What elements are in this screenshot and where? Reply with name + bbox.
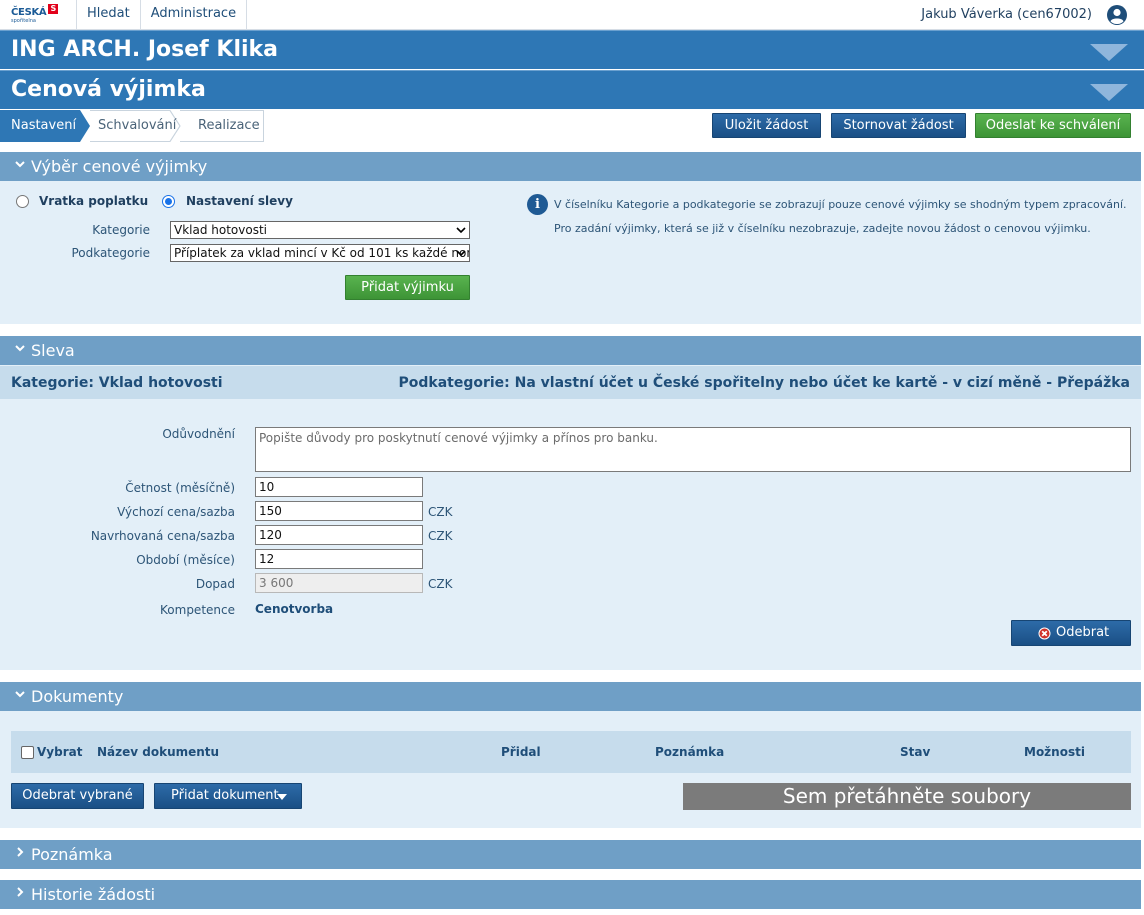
- oduvodneni-label: Odůvodnění: [162, 427, 235, 441]
- cetnost-input[interactable]: 10: [255, 477, 423, 497]
- send-for-approval-button[interactable]: Odeslat ke schválení: [975, 113, 1131, 138]
- user-name[interactable]: Jakub Váverka (cen67002): [921, 0, 1092, 30]
- file-dropzone[interactable]: Sem přetáhněte soubory: [683, 783, 1131, 810]
- radio-nastaveni-slevy-label: Nastavení slevy: [186, 194, 293, 208]
- navrhovana-cena-label: Navrhovaná cena/sazba: [90, 529, 235, 543]
- chevron-right-icon: [17, 847, 24, 857]
- podkategorie-select[interactable]: Příplatek za vklad mincí v Kč od 101 ks …: [170, 244, 470, 262]
- col-pridal[interactable]: Přidal: [501, 745, 541, 759]
- history-panel-header[interactable]: Historie žádosti: [0, 880, 1141, 909]
- steps-row: Nastavení Schvalování Realizace Uložit ž…: [0, 110, 1144, 142]
- obdobi-input[interactable]: 12: [255, 549, 423, 569]
- vychozi-cena-input[interactable]: 150: [255, 501, 423, 521]
- selection-panel-title: Výběr cenové výjimky: [31, 157, 208, 176]
- category-header: Kategorie: Vklad hotovosti Podkategorie:…: [0, 366, 1141, 399]
- remove-button[interactable]: Odebrat: [1011, 620, 1131, 646]
- dopad-currency: CZK: [428, 577, 453, 591]
- page-title-bar: Cenová výjimka: [0, 70, 1144, 109]
- chevron-down-icon: [456, 227, 466, 234]
- documents-panel-header[interactable]: Dokumenty: [0, 682, 1141, 711]
- step-nastaveni[interactable]: Nastavení: [11, 118, 76, 133]
- navrhovana-cena-input[interactable]: 120: [255, 525, 423, 545]
- info-icon: i: [527, 194, 548, 215]
- podkategorie-value: Příplatek za vklad mincí v Kč od 101 ks …: [174, 246, 470, 260]
- nav-hledat[interactable]: Hledat: [76, 0, 140, 30]
- subcategory-text: Podkategorie: Na vlastní účet u České sp…: [398, 375, 1130, 391]
- add-exception-button[interactable]: Přidat výjimku: [345, 275, 470, 300]
- step-realizace[interactable]: Realizace: [198, 118, 260, 133]
- radio-vratka[interactable]: [16, 195, 29, 208]
- kategorie-select[interactable]: Vklad hotovosti: [170, 221, 470, 239]
- col-poznamka[interactable]: Poznámka: [655, 745, 724, 759]
- kompetence-value: Cenotvorba: [255, 602, 334, 616]
- top-nav: Hledat Administrace: [76, 0, 248, 30]
- logo-text: ČESKÁ: [11, 7, 47, 18]
- bank-logo[interactable]: ČESKÁ S spořitelna: [11, 4, 71, 26]
- chevron-down-icon: [15, 161, 25, 168]
- kategorie-label: Kategorie: [92, 223, 150, 237]
- vychozi-cena-label: Výchozí cena/sazba: [117, 505, 235, 519]
- note-panel-header[interactable]: Poznámka: [0, 840, 1141, 869]
- remove-button-label: Odebrat: [1056, 625, 1110, 640]
- logo-subtext: spořitelna: [11, 18, 36, 24]
- dopad-label: Dopad: [195, 577, 235, 591]
- nav-administrace[interactable]: Administrace: [139, 0, 248, 30]
- podkategorie-label: Podkategorie: [71, 246, 150, 260]
- chevron-down-icon: [15, 345, 25, 352]
- selection-panel: Výběr cenové výjimky Vratka poplatku Nas…: [0, 152, 1141, 324]
- client-title-bar: ING ARCH. Josef Klika: [0, 30, 1144, 69]
- documents-panel-title: Dokumenty: [31, 687, 124, 706]
- remove-selected-button[interactable]: Odebrat vybrané: [11, 783, 144, 809]
- chevron-right-icon: [17, 887, 24, 897]
- vychozi-cena-currency: CZK: [428, 505, 453, 519]
- note-panel-title: Poznámka: [31, 845, 113, 864]
- cancel-request-button[interactable]: Stornovat žádost: [831, 113, 966, 138]
- caret-down-icon: [277, 794, 287, 800]
- collapse-triangle-icon[interactable]: [1090, 44, 1128, 61]
- step-schvalovani[interactable]: Schvalování: [98, 118, 176, 133]
- client-title: ING ARCH. Josef Klika: [11, 37, 279, 62]
- obdobi-label: Období (měsíce): [136, 553, 235, 567]
- discount-panel-title: Sleva: [31, 341, 75, 360]
- save-request-button[interactable]: Uložit žádost: [712, 113, 821, 138]
- info-text-2: Pro zadání výjimky, která se již v čísel…: [554, 222, 1091, 235]
- add-document-label: Přidat dokument: [171, 788, 279, 803]
- logo-mark-icon: S: [48, 4, 59, 14]
- col-nazev[interactable]: Název dokumentu: [97, 745, 219, 759]
- top-bar: ČESKÁ S spořitelna Hledat Administrace Ja…: [0, 0, 1144, 30]
- info-text-1: V číselníku Kategorie a podkategorie se …: [554, 198, 1127, 211]
- chevron-down-icon: [15, 691, 25, 698]
- kompetence-label: Kompetence: [160, 603, 235, 617]
- col-stav[interactable]: Stav: [900, 745, 930, 759]
- discount-panel: Sleva Kategorie: Vklad hotovosti Podkate…: [0, 336, 1141, 670]
- page-title: Cenová výjimka: [11, 77, 206, 102]
- user-circle-icon[interactable]: [1106, 4, 1128, 26]
- col-moznosti: Možnosti: [1024, 745, 1085, 759]
- category-text: Kategorie: Vklad hotovosti: [11, 375, 223, 391]
- add-document-button[interactable]: Přidat dokument: [154, 783, 302, 809]
- documents-panel: Dokumenty Vybrat Název dokumentu Přidal …: [0, 682, 1141, 828]
- discount-panel-header[interactable]: Sleva: [0, 336, 1141, 365]
- oduvodneni-textarea[interactable]: Popište důvody pro poskytnutí cenové výj…: [255, 427, 1131, 472]
- remove-x-icon: [1038, 627, 1051, 640]
- select-all-checkbox[interactable]: [21, 746, 34, 759]
- radio-vratka-label: Vratka poplatku: [39, 194, 149, 208]
- documents-table-header: Vybrat Název dokumentu Přidal Poznámka S…: [11, 731, 1131, 773]
- cetnost-label: Četnost (měsíčně): [125, 481, 235, 495]
- kategorie-value: Vklad hotovosti: [174, 223, 268, 237]
- history-panel-title: Historie žádosti: [31, 885, 156, 904]
- oduvodneni-placeholder: Popište důvody pro poskytnutí cenové výj…: [259, 431, 658, 445]
- radio-nastaveni-slevy[interactable]: [162, 195, 175, 208]
- collapse-triangle-icon[interactable]: [1090, 84, 1128, 101]
- chevron-down-icon: [456, 250, 466, 257]
- navrhovana-cena-currency: CZK: [428, 529, 453, 543]
- dopad-input: 3 600: [255, 573, 423, 593]
- col-vybrat: Vybrat: [37, 745, 83, 759]
- selection-panel-header[interactable]: Výběr cenové výjimky: [0, 152, 1141, 181]
